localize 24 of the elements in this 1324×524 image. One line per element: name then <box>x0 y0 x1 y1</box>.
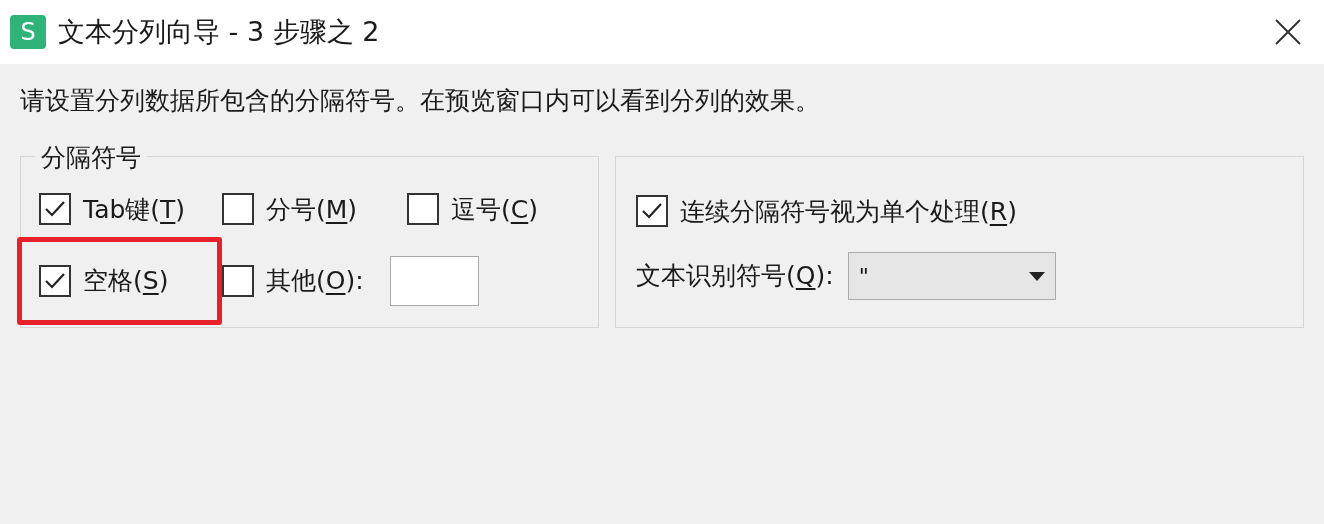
checkbox-label: 其他(O): <box>266 265 364 298</box>
checkbox[interactable] <box>222 265 254 297</box>
instruction-text: 请设置分列数据所包含的分隔符号。在预览窗口内可以看到分列的效果。 <box>20 85 821 117</box>
checkbox[interactable] <box>222 193 254 226</box>
close-icon[interactable] <box>1274 18 1302 46</box>
field-label: 文本识别符号(Q): <box>636 260 834 293</box>
dropdown-arrow-icon <box>1028 271 1045 281</box>
checkbox[interactable] <box>39 193 71 226</box>
dropdown-value: " <box>858 262 869 291</box>
checkbox-label: 分号(M) <box>266 193 358 226</box>
window-title: 文本分列向导 - 3 步骤之 2 <box>58 14 380 49</box>
checkbox-label: 连续分隔符号视为单个处理(R) <box>680 195 1017 228</box>
check-icon <box>44 272 66 290</box>
checkbox[interactable] <box>407 193 439 226</box>
check-icon <box>641 202 663 221</box>
check-icon <box>44 200 66 219</box>
qualifier-dropdown[interactable]: " <box>847 252 1056 300</box>
app-icon: S <box>10 15 46 49</box>
other-delimiter-field[interactable] <box>389 256 479 306</box>
checkbox-label: Tab键(T) <box>83 193 186 226</box>
checkbox-label: 逗号(C) <box>451 193 538 226</box>
checkbox[interactable] <box>636 195 668 228</box>
checkbox[interactable] <box>39 265 71 297</box>
checkbox-label: 空格(S) <box>83 265 169 298</box>
